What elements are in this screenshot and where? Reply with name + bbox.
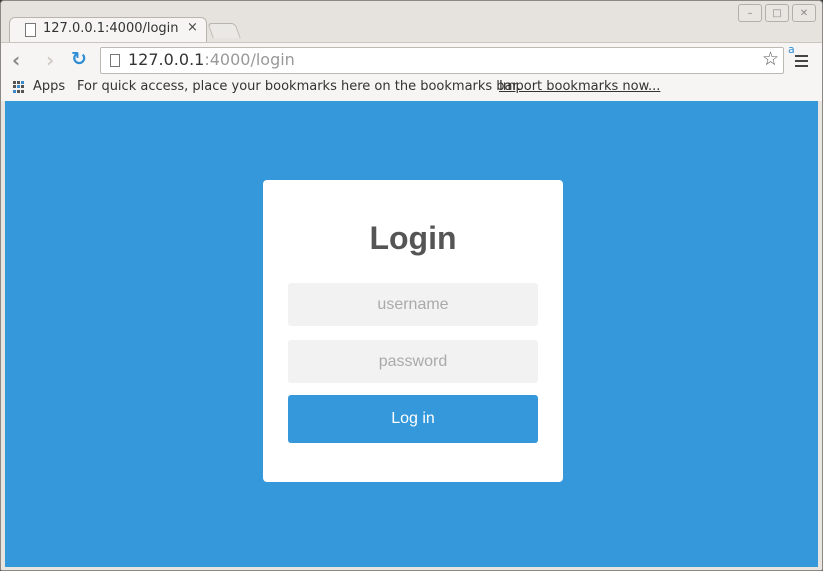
reload-icon[interactable]: ↻ — [71, 48, 87, 70]
bookmarks-bar: Apps For quick access, place your bookma… — [1, 76, 822, 101]
page-icon — [25, 23, 36, 37]
window-controls: – □ ✕ — [738, 4, 816, 22]
login-button[interactable]: Log in — [288, 395, 538, 443]
tab-close-icon[interactable]: × — [187, 20, 198, 35]
close-window-button[interactable]: ✕ — [792, 4, 816, 22]
bookmark-star-icon[interactable]: ☆ — [762, 48, 779, 70]
address-bar[interactable]: 127.0.0.1:4000/login ☆ — [100, 47, 784, 74]
login-card: Login Log in — [263, 180, 563, 482]
new-tab-button[interactable] — [207, 23, 241, 38]
maximize-button[interactable]: □ — [765, 4, 789, 22]
back-icon[interactable]: ‹ — [12, 48, 20, 72]
username-input[interactable] — [288, 283, 538, 326]
page-content: Login Log in — [5, 101, 818, 567]
browser-window: 127.0.0.1:4000/login × – □ ✕ ‹ › ↻ 127.0… — [0, 0, 823, 571]
extension-icon[interactable]: a — [788, 43, 795, 56]
apps-grid-icon[interactable] — [13, 81, 25, 93]
tab-title: 127.0.0.1:4000/login — [43, 21, 179, 36]
browser-toolbar: ‹ › ↻ 127.0.0.1:4000/login ☆ a — [1, 42, 822, 77]
minimize-button[interactable]: – — [738, 4, 762, 22]
forward-icon[interactable]: › — [46, 48, 54, 72]
url-text[interactable]: 127.0.0.1:4000/login — [128, 50, 295, 69]
url-path: :4000/login — [204, 50, 295, 69]
apps-link[interactable]: Apps — [33, 79, 65, 94]
menu-icon[interactable] — [795, 55, 808, 70]
import-bookmarks-link[interactable]: Import bookmarks now... — [499, 79, 660, 94]
title-bar: 127.0.0.1:4000/login × – □ ✕ — [1, 1, 822, 44]
browser-tab[interactable]: 127.0.0.1:4000/login × — [9, 17, 207, 44]
page-icon — [110, 54, 120, 67]
login-title: Login — [369, 220, 457, 256]
password-input[interactable] — [288, 340, 538, 383]
bookmarks-message: For quick access, place your bookmarks h… — [77, 79, 521, 94]
url-host: 127.0.0.1 — [128, 50, 205, 69]
